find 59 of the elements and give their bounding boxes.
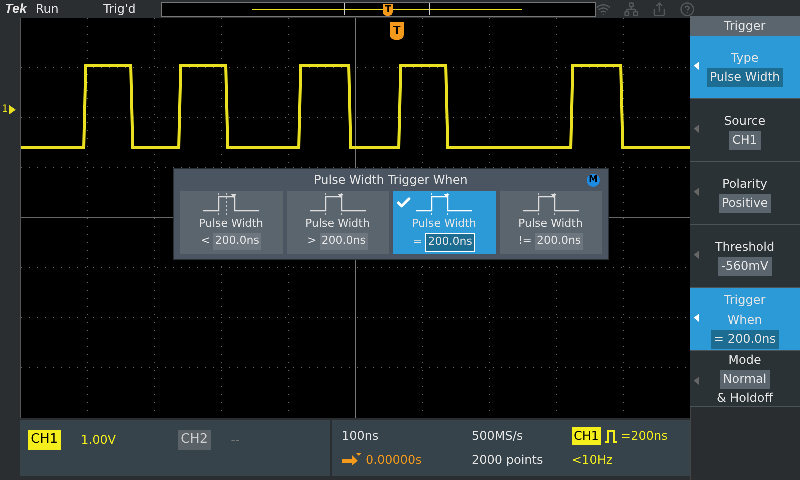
pulse-width-value: 200.0ns <box>213 233 262 250</box>
pulse-width-value: 200.0ns <box>534 233 584 250</box>
operator-label: = <box>413 234 422 250</box>
menu-label: Threshold <box>714 238 776 256</box>
menu-value: -560mV <box>718 256 772 276</box>
pulse-width-option[interactable]: Pulse Width != 200.0ns <box>500 191 602 254</box>
share-icon[interactable] <box>652 2 667 16</box>
mode-badge: M <box>587 174 600 186</box>
pulse-width-value: 200.0ns <box>425 233 476 252</box>
menu-label: Type <box>730 50 760 66</box>
vertical-scale: -- <box>231 432 240 449</box>
pulse-width-option[interactable]: Pulse Width > 200.0ns <box>286 191 389 254</box>
delay-time: 0.00000s <box>366 452 422 469</box>
operator-label: < <box>201 233 210 249</box>
trigger-width: =200ns <box>621 428 668 445</box>
option-label: Pulse Width <box>412 217 476 231</box>
menu-item[interactable]: Source CH1 <box>690 99 800 162</box>
option-label: Pulse Width <box>199 217 264 231</box>
operator-label: > <box>308 233 317 249</box>
brand-logo: Tek <box>5 0 28 18</box>
sample-rate: 500MS/s <box>472 428 524 445</box>
operator-label: != <box>518 233 532 249</box>
network-icon[interactable] <box>624 2 639 16</box>
delay-arrow-icon <box>342 453 362 467</box>
dialog-title: Pulse Width Trigger When <box>314 172 468 189</box>
menu-label: Trigger When <box>723 292 767 328</box>
menu-item[interactable]: Trigger When = 200.0ns <box>690 288 800 351</box>
menu-item[interactable]: Mode Normal & Holdoff <box>690 351 800 407</box>
menu-item[interactable]: Threshold -560mV <box>690 225 800 288</box>
menu-label: Source <box>723 112 767 130</box>
vertical-scale: 1.00V <box>81 432 116 449</box>
pulse-icon <box>604 429 618 443</box>
help-icon[interactable] <box>680 2 695 16</box>
channel-badge[interactable]: CH1 <box>28 430 62 450</box>
menu-value: Pulse Width <box>706 68 784 86</box>
option-label: Pulse Width <box>306 217 370 231</box>
record-length: 2000 points <box>472 452 544 469</box>
menu-value: Positive <box>718 194 772 212</box>
menu-value: = 200.0ns <box>710 330 780 348</box>
trigger-frequency: <10Hz <box>572 452 614 469</box>
menu-label: Mode <box>728 352 762 368</box>
channel-badge[interactable]: CH2 <box>178 430 212 450</box>
pulse-width-value: 200.0ns <box>320 233 368 250</box>
run-state: Run <box>36 1 60 18</box>
menu-suffix: & Holdoff <box>716 390 774 406</box>
menu-value: CH1 <box>729 130 761 150</box>
menu-value: Normal <box>720 370 770 388</box>
time-scale: 100ns <box>342 428 380 445</box>
trigger-state: Trig'd <box>103 1 137 18</box>
option-label: Pulse Width <box>518 217 583 231</box>
menu-item[interactable]: Type Pulse Width <box>690 36 800 99</box>
pulse-width-option[interactable]: Pulse Width = 200.0ns <box>393 191 496 254</box>
menu-label: Polarity <box>722 176 768 192</box>
trigger-position-marker: T <box>383 4 394 16</box>
trigger-marker: T <box>390 22 404 40</box>
trigger-source-badge: CH1 <box>572 427 602 445</box>
pulse-width-option[interactable]: Pulse Width < 200.0ns <box>180 191 282 254</box>
menu-title: Trigger <box>690 16 800 36</box>
menu-item[interactable]: Polarity Positive <box>690 162 800 225</box>
